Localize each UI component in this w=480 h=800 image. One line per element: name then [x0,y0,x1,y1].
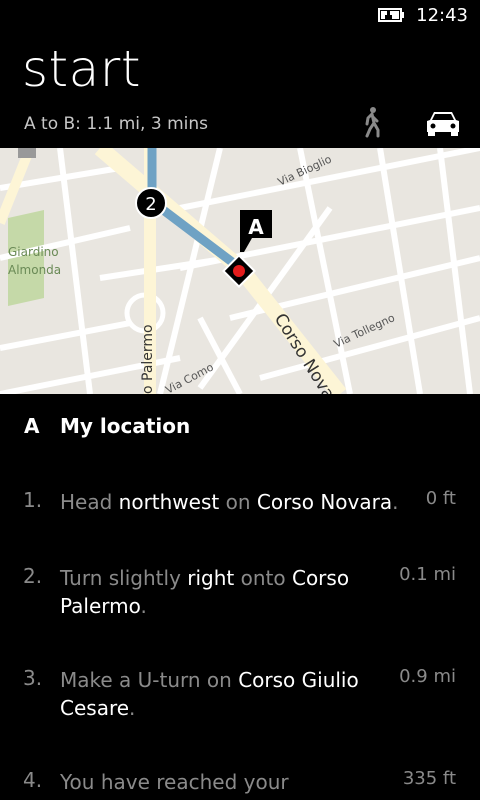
battery-charging-icon [378,8,404,22]
step-distance: 0 ft [425,488,456,509]
park-label-1: Giardino [8,245,59,259]
step-text: Head northwest on Corso Novara. [60,490,399,514]
route-summary: A to B: 1.1 mi, 3 mins [24,114,208,134]
start-location-row[interactable]: A My location [0,414,480,444]
step-number: 3. [23,666,43,690]
step-text: Make a U-turn on Corso Giulio Cesare. [60,668,359,720]
step-number: 2. [23,564,43,588]
step-text: Turn slightly right onto Corso Palermo. [60,566,350,618]
park-label-2: Almonda [8,263,61,277]
start-label: My location [60,414,191,438]
step-distance: 0.1 mi [399,564,456,585]
step-text: You have reached your [60,770,289,794]
step-distance: 0.9 mi [399,666,456,687]
page-title: start [22,40,141,98]
status-bar: 12:43 [0,0,480,32]
street-label-corso-novara: Corso Nova [270,310,339,394]
map-canvas[interactable]: Giardino Almonda Via Bioglio Corso Nova … [0,148,480,394]
summary-prefix: A to B: [24,114,81,134]
step-number: 1. [23,488,43,512]
clock: 12:43 [416,5,468,26]
start-letter: A [24,414,40,438]
transit-icon [18,148,36,158]
waypoint-a-label: A [248,215,264,239]
car-icon[interactable] [424,108,462,138]
route-map[interactable]: Giardino Almonda Via Bioglio Corso Nova … [0,148,480,394]
waypoint-2-marker[interactable]: 2 [135,187,167,219]
summary-value: 1.1 mi, 3 mins [86,114,208,134]
step-number: 4. [23,768,43,792]
walk-icon[interactable] [358,106,386,138]
waypoint-2-label: 2 [145,194,156,215]
step-distance: 335 ft [402,768,456,789]
street-label-palermo: o Palermo [140,324,156,394]
